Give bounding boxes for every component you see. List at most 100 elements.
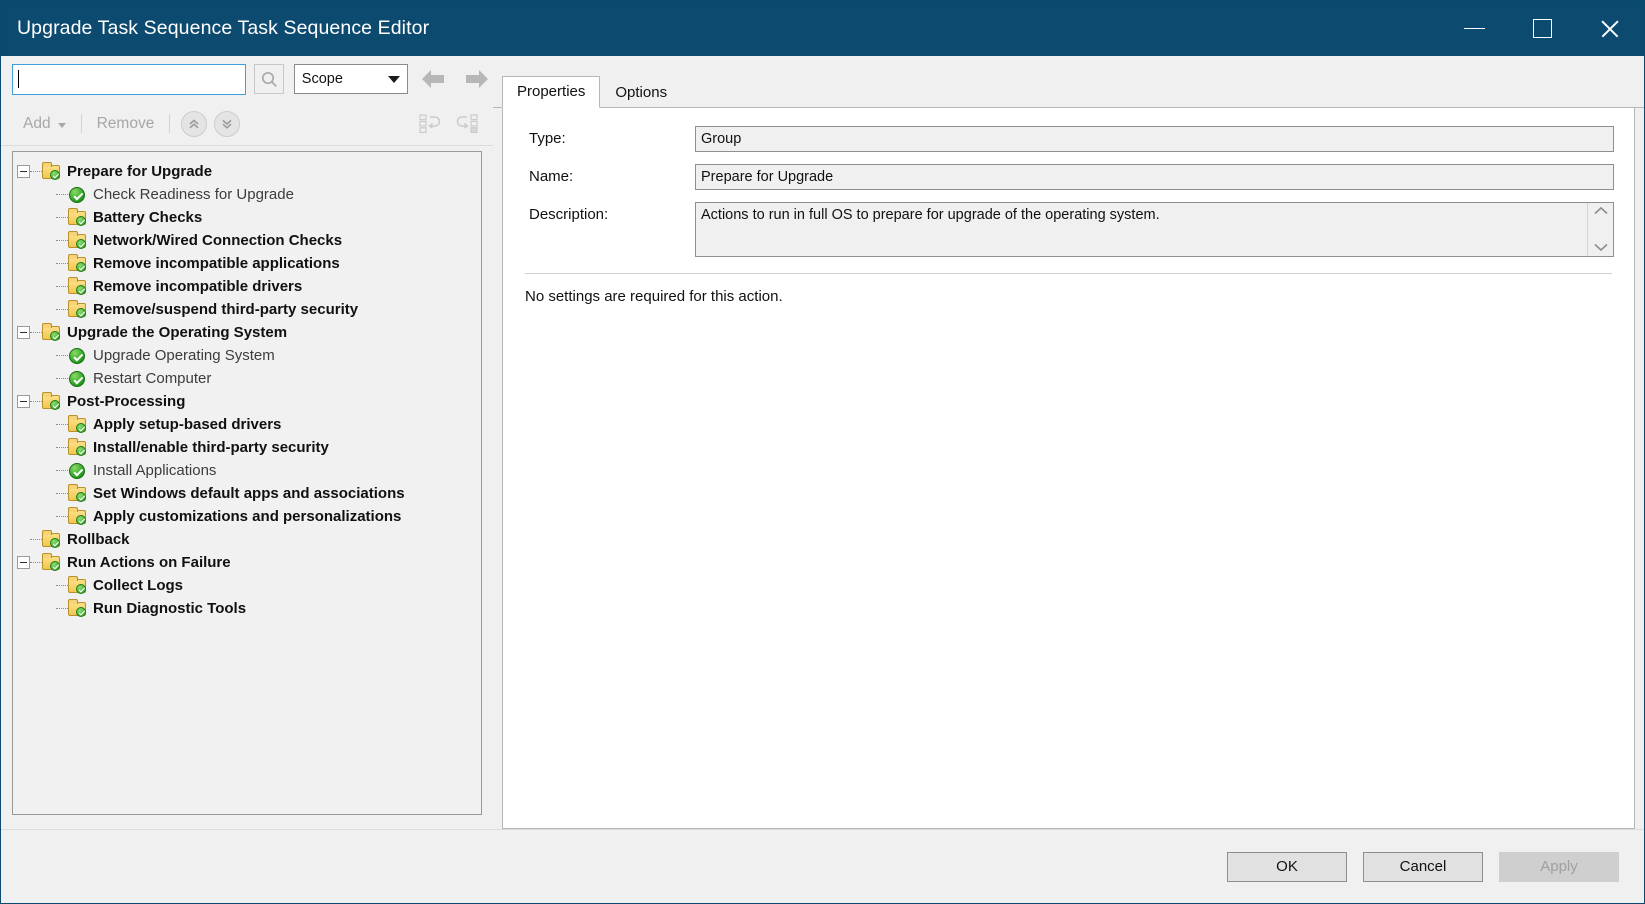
- description-scrollbar[interactable]: [1587, 203, 1613, 256]
- folder-shape: [42, 553, 60, 571]
- tree-item-label: Install/enable third-party security: [93, 439, 329, 456]
- enabled-check-badge-icon: [76, 262, 86, 272]
- toolbar-divider: [80, 114, 82, 133]
- arrow-left-icon: [421, 70, 444, 88]
- enabled-check-badge-icon: [50, 170, 60, 180]
- green-check-icon: [68, 347, 87, 364]
- tree-expander-collapse-icon[interactable]: [17, 326, 30, 339]
- tree-item[interactable]: Set Windows default apps and association…: [13, 482, 481, 505]
- properties-panel: Type: Group Name: Prepare for Upgrade De…: [502, 108, 1635, 829]
- folder-icon: [68, 484, 87, 502]
- tree-connector-line: [30, 171, 42, 172]
- tree-item[interactable]: Remove/suspend third-party security: [13, 298, 481, 321]
- folder-shape: [68, 415, 86, 433]
- tree-item-label: Run Actions on Failure: [67, 554, 231, 571]
- search-input[interactable]: [12, 63, 247, 95]
- tree-item[interactable]: Network/Wired Connection Checks: [13, 229, 481, 252]
- tree-expander-collapse-icon[interactable]: [17, 556, 30, 569]
- tree-item-label: Network/Wired Connection Checks: [93, 232, 343, 249]
- expand-all-icon[interactable]: [455, 113, 479, 135]
- scope-select[interactable]: Scope: [293, 64, 409, 94]
- add-button[interactable]: Add: [19, 115, 70, 133]
- folder-shape: [68, 576, 86, 594]
- apply-button: Apply: [1499, 851, 1619, 882]
- name-field-row: Name: Prepare for Upgrade: [523, 164, 1614, 190]
- tree-item[interactable]: Battery Checks: [13, 206, 481, 229]
- tree-item[interactable]: Install Applications: [13, 459, 481, 482]
- chevron-up-icon[interactable]: [1593, 206, 1609, 216]
- back-button[interactable]: [417, 63, 450, 95]
- tree-item[interactable]: Collect Logs: [13, 574, 481, 597]
- green-check-shape: [69, 187, 85, 203]
- move-up-button[interactable]: [181, 110, 208, 137]
- tree-connector-line: [56, 217, 68, 218]
- enabled-check-badge-icon: [76, 216, 86, 226]
- folder-shape: [68, 254, 86, 272]
- tree-item-label: Collect Logs: [93, 577, 184, 594]
- tree-toolbar-right: [419, 113, 479, 135]
- collapse-all-icon[interactable]: [419, 113, 443, 135]
- tree-connector-line: [30, 539, 42, 540]
- folder-shape: [68, 599, 86, 617]
- green-check-icon: [68, 186, 87, 203]
- tab-options[interactable]: Options: [600, 77, 682, 108]
- tree-expander-collapse-icon[interactable]: [17, 395, 30, 408]
- ok-button[interactable]: OK: [1227, 851, 1347, 882]
- tree-item-label: Remove incompatible applications: [93, 255, 340, 272]
- tree-connector-line: [56, 516, 68, 517]
- cancel-button[interactable]: Cancel: [1363, 851, 1483, 882]
- tree-item[interactable]: Post-Processing: [13, 390, 481, 413]
- tree-connector-line: [56, 424, 68, 425]
- tree-item[interactable]: Apply customizations and personalization…: [13, 505, 481, 528]
- folder-shape: [68, 438, 86, 456]
- enabled-check-badge-icon: [50, 400, 60, 410]
- tree-item[interactable]: Apply setup-based drivers: [13, 413, 481, 436]
- maximize-button[interactable]: [1508, 1, 1576, 56]
- scope-select-value: Scope: [301, 71, 343, 87]
- move-down-button[interactable]: [214, 110, 241, 137]
- forward-button[interactable]: [460, 63, 493, 95]
- right-pane: Properties Options Type: Group Name: Pre…: [493, 56, 1644, 829]
- tree-item[interactable]: Run Actions on Failure: [13, 551, 481, 574]
- description-input[interactable]: Actions to run in full OS to prepare for…: [695, 202, 1614, 257]
- tree-item[interactable]: Remove incompatible drivers: [13, 275, 481, 298]
- green-check-shape: [69, 371, 85, 387]
- chevron-down-icon[interactable]: [1593, 242, 1609, 252]
- minimize-button[interactable]: [1440, 1, 1508, 56]
- task-sequence-tree[interactable]: Prepare for Upgrade Check Readiness for U…: [12, 151, 482, 815]
- folder-icon: [68, 277, 87, 295]
- tree-item[interactable]: Restart Computer: [13, 367, 481, 390]
- tree-item[interactable]: Upgrade Operating System: [13, 344, 481, 367]
- tree-item[interactable]: Check Readiness for Upgrade: [13, 183, 481, 206]
- tree-item[interactable]: Rollback: [13, 528, 481, 551]
- dialog-footer: OK Cancel Apply: [1, 829, 1644, 903]
- tree-item-label: Remove/suspend third-party security: [93, 301, 359, 318]
- tree-connector-line: [30, 332, 42, 333]
- tree-connector-line: [56, 585, 68, 586]
- tree-item[interactable]: Remove incompatible applications: [13, 252, 481, 275]
- tree-connector-line: [56, 378, 68, 379]
- tab-properties[interactable]: Properties: [502, 76, 601, 108]
- remove-button[interactable]: Remove: [93, 115, 159, 133]
- description-label: Description:: [529, 206, 609, 223]
- tree-expander-collapse-icon[interactable]: [17, 165, 30, 178]
- search-button[interactable]: [254, 64, 284, 94]
- tree-connector-line: [56, 286, 68, 287]
- close-button[interactable]: [1576, 1, 1644, 56]
- tree-item[interactable]: Run Diagnostic Tools: [13, 597, 481, 620]
- tree-item-label: Apply setup-based drivers: [93, 416, 282, 433]
- add-button-label: Add: [23, 114, 51, 132]
- tree-connector-line: [56, 470, 68, 471]
- folder-shape: [42, 392, 60, 410]
- tree-item[interactable]: Install/enable third-party security: [13, 436, 481, 459]
- folder-icon: [42, 553, 61, 571]
- tree-item[interactable]: Upgrade the Operating System: [13, 321, 481, 344]
- name-input[interactable]: Prepare for Upgrade: [695, 164, 1614, 190]
- green-check-icon: [68, 462, 87, 479]
- enabled-check-badge-icon: [50, 538, 60, 548]
- tree-item-label: Prepare for Upgrade: [67, 163, 213, 180]
- folder-shape: [42, 530, 60, 548]
- tree-item[interactable]: Prepare for Upgrade: [13, 160, 481, 183]
- tree-item-label: Upgrade Operating System: [93, 347, 275, 364]
- maximize-icon: [1532, 19, 1552, 38]
